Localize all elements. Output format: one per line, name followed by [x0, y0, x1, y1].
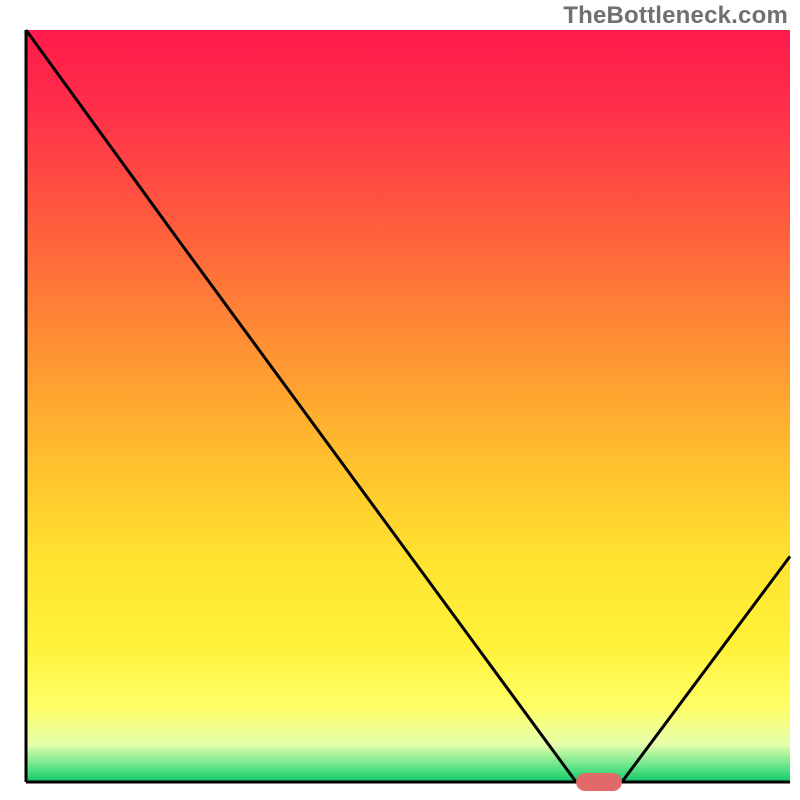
optimal-range-marker [576, 773, 622, 791]
chart-svg [0, 0, 800, 800]
watermark-text: TheBottleneck.com [563, 2, 788, 30]
chart-stage: TheBottleneck.com [0, 0, 800, 800]
plot-background [26, 30, 790, 782]
